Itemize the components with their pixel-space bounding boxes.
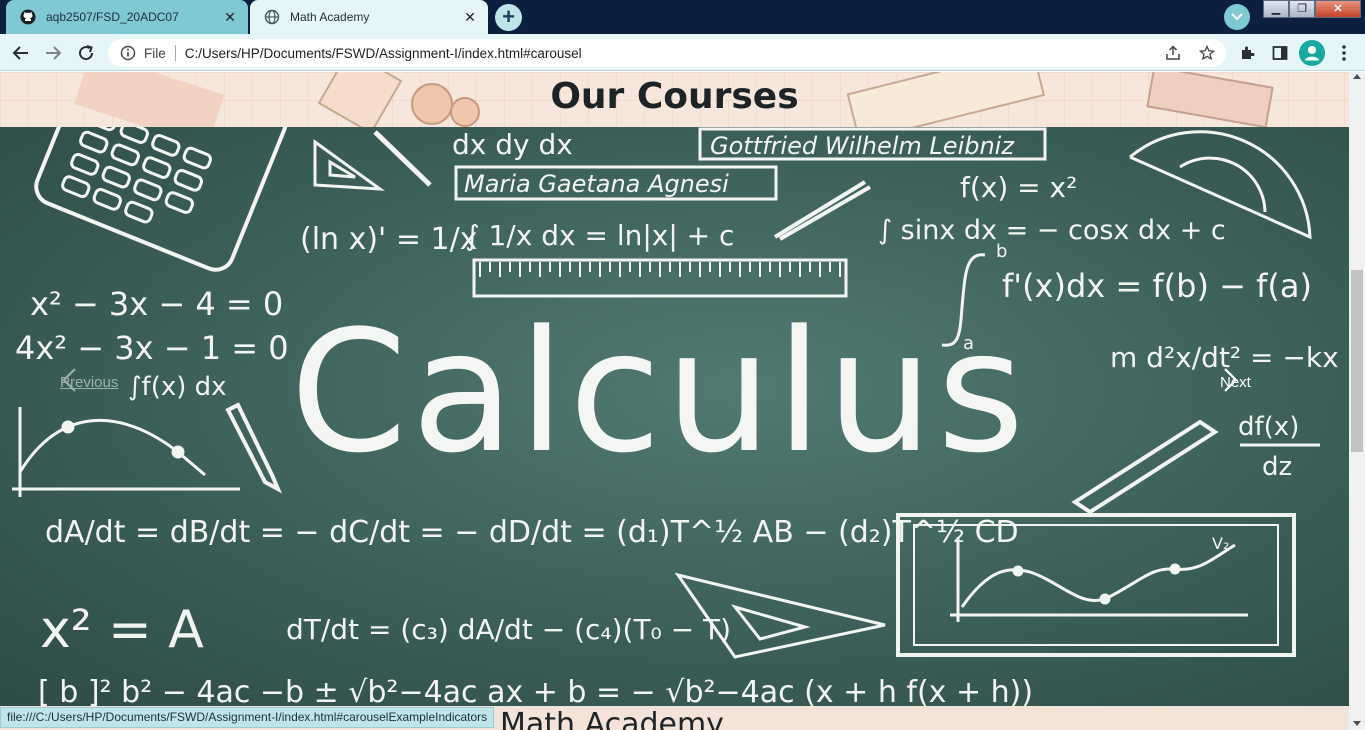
back-button[interactable] xyxy=(8,40,34,66)
pen-doodle xyxy=(773,180,872,241)
maximize-button[interactable]: ❐ xyxy=(1289,0,1315,18)
chalk-formula: f'(x)dx = f(b) − f(a) xyxy=(1002,267,1312,305)
url-scheme-label: File xyxy=(144,45,166,61)
chalk-formula: [ b ]² b² − 4ac −b ± √b²−4ac ax + b = − … xyxy=(38,675,1033,706)
puzzle-icon xyxy=(1242,46,1255,59)
leibniz-name-box: Gottfried Wilhelm Leibniz xyxy=(698,127,1047,161)
chalk-formula: (ln x)' = 1/x xyxy=(300,222,477,257)
close-icon[interactable]: ✕ xyxy=(462,9,478,25)
globe-icon xyxy=(264,9,280,25)
slide-heading: Calculus xyxy=(290,294,1029,490)
extensions-button[interactable] xyxy=(1235,40,1261,66)
address-bar[interactable]: File C:/Users/HP/Documents/FSWD/Assignme… xyxy=(108,39,1226,67)
chalk-formula: ∫f(x) dx xyxy=(128,372,227,402)
tab-math-academy[interactable]: Math Academy ✕ xyxy=(250,0,488,34)
parabola-graph xyxy=(12,407,240,497)
chalk-formula: ∫ 1/x dx = ln|x| + c xyxy=(465,219,734,252)
set-square-doodle xyxy=(313,130,432,191)
ruler-doodle xyxy=(472,258,848,298)
link-status-bubble: file:///C:/Users/HP/Documents/FSWD/Assig… xyxy=(0,707,495,728)
chalk-formula: 4x² − 3x − 1 = 0 xyxy=(15,329,289,367)
chalk-formula: dT/dt = (c₃) dA/dt − (c₄)(T₀ − T) xyxy=(286,613,731,646)
tab-github[interactable]: aqb2507/FSD_20ADC07 ✕ xyxy=(6,0,248,34)
avatar-icon xyxy=(1304,46,1320,61)
scroll-down-arrow-icon[interactable] xyxy=(1353,721,1361,726)
share-icon[interactable] xyxy=(1165,39,1181,67)
scroll-thumb[interactable] xyxy=(1351,270,1363,452)
tab-strip: aqb2507/FSD_20ADC07 ✕ Math Academy ✕ + ▁… xyxy=(0,0,1365,34)
browser-toolbar: File C:/Users/HP/Documents/FSWD/Assignme… xyxy=(0,34,1365,71)
chalk-name: Gottfried Wilhelm Leibniz xyxy=(710,132,1015,160)
page-scrollbar[interactable] xyxy=(1349,72,1365,730)
forward-button[interactable] xyxy=(40,40,66,66)
agnesi-name-box: Maria Gaetana Agnesi xyxy=(454,165,778,201)
star-icon[interactable] xyxy=(1199,39,1215,67)
chalk-formula: b xyxy=(996,241,1007,262)
url-text[interactable]: C:/Users/HP/Documents/FSWD/Assignment-I/… xyxy=(185,46,1226,61)
courses-carousel: Gottfried Wilhelm Leibniz Maria Gaetana … xyxy=(0,127,1349,706)
reload-icon xyxy=(79,45,94,61)
window-controls: ▁ ❐ ✕ xyxy=(1263,0,1361,18)
side-panel-button[interactable] xyxy=(1267,40,1293,66)
menu-button[interactable] xyxy=(1331,40,1357,66)
close-icon[interactable]: ✕ xyxy=(222,9,238,25)
chalk-formula: V₂ xyxy=(1212,534,1229,553)
info-icon[interactable] xyxy=(120,45,136,61)
arrow-left-icon xyxy=(12,46,28,60)
divider xyxy=(174,45,176,61)
tab-title: Math Academy xyxy=(290,10,370,24)
calculator-doodle xyxy=(34,127,288,272)
next-section-heading: Math Academy xyxy=(500,710,724,730)
new-tab-button[interactable]: + xyxy=(495,4,522,31)
chalk-formula: x² − 3x − 4 = 0 xyxy=(30,285,283,323)
page-viewport: Our Courses Gottfried Wilhelm Leibniz Ma… xyxy=(0,72,1349,706)
profile-avatar[interactable] xyxy=(1299,40,1325,66)
chalk-formula: f(x) = x² xyxy=(960,171,1077,204)
chalk-name: Maria Gaetana Agnesi xyxy=(464,170,729,198)
chalk-formula: dA/dt = dB/dt = − dC/dt = − dD/dt = (d₁)… xyxy=(45,515,1019,550)
reload-button[interactable] xyxy=(73,40,99,66)
chalk-formula: ∫ sinx dx = − cosx dx + c xyxy=(878,215,1226,246)
github-icon xyxy=(20,9,36,25)
window-close-button[interactable]: ✕ xyxy=(1315,0,1361,18)
tab-title: aqb2507/FSD_20ADC07 xyxy=(46,10,179,24)
chalk-formula: dz xyxy=(1262,452,1292,482)
carousel-next-button[interactable]: Next xyxy=(1220,367,1251,397)
chalk-formula: df(x) xyxy=(1238,412,1299,442)
chalk-formula: x² = A xyxy=(40,600,204,660)
scroll-up-arrow-icon[interactable] xyxy=(1353,74,1361,79)
kebab-menu-icon xyxy=(1342,45,1346,61)
side-panel-icon xyxy=(1272,46,1288,60)
tab-search-button[interactable] xyxy=(1224,4,1250,30)
chevron-right-icon xyxy=(1224,368,1238,392)
arrow-right-icon xyxy=(46,46,62,60)
section-title: Our Courses xyxy=(550,76,799,117)
carousel-prev-button[interactable]: Previous xyxy=(60,367,118,397)
minimize-button[interactable]: ▁ xyxy=(1263,0,1289,18)
chevron-left-icon xyxy=(62,368,76,392)
chevron-down-icon xyxy=(1231,13,1243,21)
chalk-formula: dx dy dx xyxy=(452,128,573,161)
